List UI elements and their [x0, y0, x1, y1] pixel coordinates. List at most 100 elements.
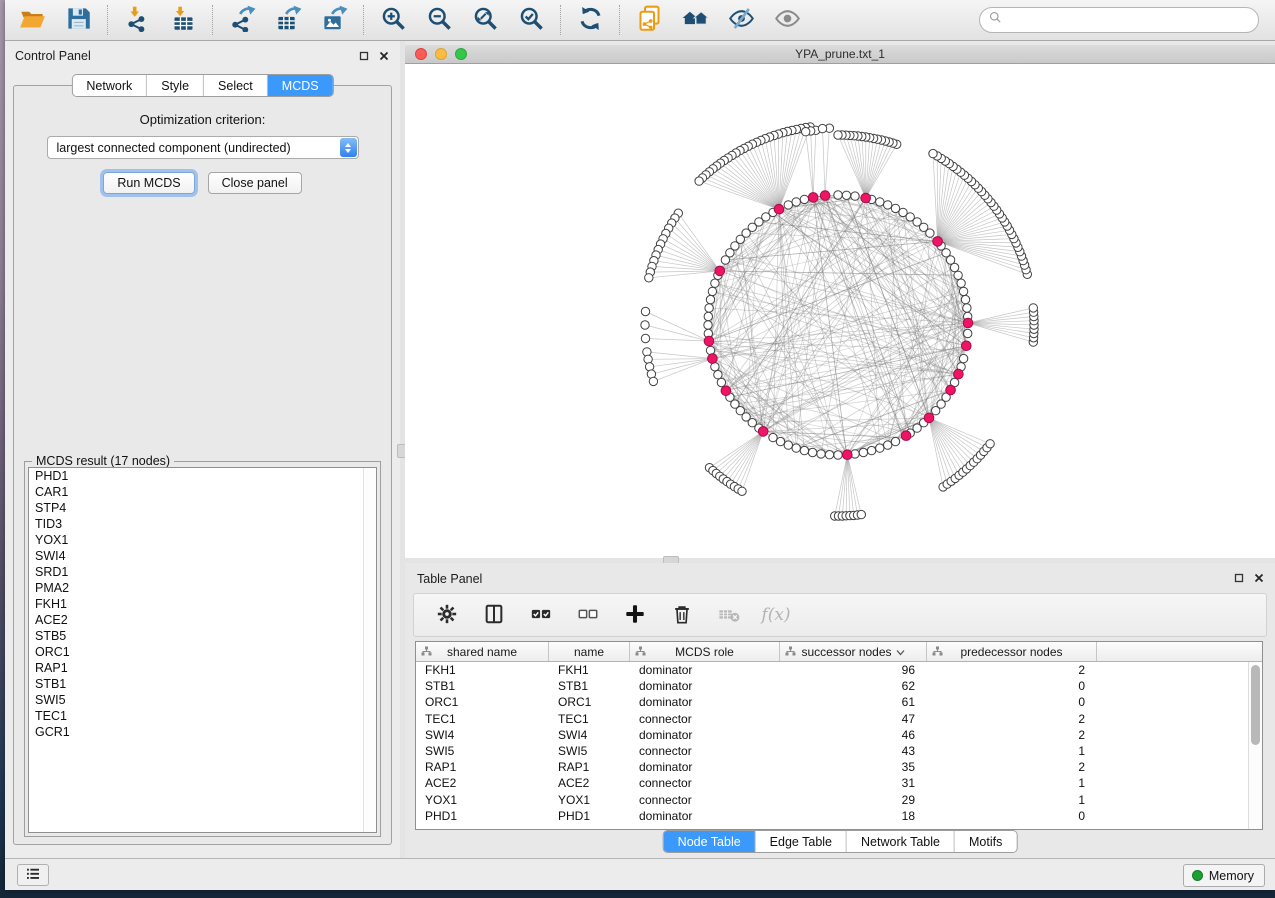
mcds-result-item[interactable]: CAR1: [29, 484, 376, 500]
tab-network[interactable]: Network: [72, 75, 147, 96]
task-history-button[interactable]: [17, 864, 49, 886]
close-table-panel-button[interactable]: [1252, 572, 1265, 585]
close-panel-button-mcds[interactable]: Close panel: [208, 172, 302, 194]
mcds-result-item[interactable]: PMA2: [29, 580, 376, 596]
tab-style[interactable]: Style: [147, 75, 204, 96]
table-cell: 46: [780, 727, 927, 743]
mcds-result-item[interactable]: ACE2: [29, 612, 376, 628]
add-column-button[interactable]: [622, 602, 648, 628]
mcds-result-item[interactable]: STB5: [29, 628, 376, 644]
zoom-out-button[interactable]: [422, 3, 456, 37]
tab-edge-table[interactable]: Edge Table: [756, 831, 847, 852]
table-cell: TEC1: [549, 711, 630, 727]
show-eye-button[interactable]: [770, 3, 804, 37]
run-mcds-button[interactable]: Run MCDS: [103, 172, 194, 194]
column-type-icon: [785, 646, 796, 660]
column-header-predecessor-nodes[interactable]: predecessor nodes: [927, 642, 1097, 661]
save-session-button[interactable]: [61, 3, 95, 37]
select-all-rows-button[interactable]: [528, 602, 554, 628]
split-columns-icon: [483, 603, 505, 628]
export-network-button[interactable]: [225, 3, 259, 37]
table-row[interactable]: RAP1RAP1dominator352: [416, 759, 1262, 775]
export-network-icon: [229, 5, 256, 35]
table-row[interactable]: PHD1PHD1dominator180: [416, 808, 1262, 824]
column-header-name[interactable]: name: [549, 642, 630, 661]
mcds-result-item[interactable]: YOX1: [29, 532, 376, 548]
settings-button[interactable]: [434, 602, 460, 628]
network-window-titlebar[interactable]: YPA_prune.txt_1: [405, 45, 1275, 64]
export-table-button[interactable]: [271, 3, 305, 37]
result-scrollbar[interactable]: [363, 468, 376, 832]
network-graph[interactable]: [405, 64, 1275, 558]
tab-network-table[interactable]: Network Table: [847, 831, 955, 852]
table-cell: dominator: [630, 694, 780, 710]
deselect-all-rows-button[interactable]: [575, 602, 601, 628]
network-overview-button[interactable]: [678, 3, 712, 37]
column-header-MCDS-role[interactable]: MCDS role: [630, 642, 780, 661]
import-network-button[interactable]: [120, 3, 154, 37]
mcds-result-item[interactable]: STB1: [29, 676, 376, 692]
toolbar-group: [632, 3, 804, 37]
column-header-shared-name[interactable]: shared name: [416, 642, 549, 661]
mcds-result-item[interactable]: GCR1: [29, 724, 376, 740]
optimization-criterion-select[interactable]: largest connected component (undirected): [47, 136, 359, 159]
tab-node-table[interactable]: Node Table: [664, 831, 756, 852]
table-cell: ORC1: [549, 694, 630, 710]
mcds-result-item[interactable]: SWI4: [29, 548, 376, 564]
delete-column-button[interactable]: [669, 602, 695, 628]
tab-motifs[interactable]: Motifs: [955, 831, 1016, 852]
function-builder-button: f(x): [763, 602, 789, 628]
table-row[interactable]: FKH1FKH1dominator962: [416, 662, 1262, 678]
toggle-visual-style-button[interactable]: [724, 3, 758, 37]
mcds-result-item[interactable]: TID3: [29, 516, 376, 532]
export-image-button[interactable]: [317, 3, 351, 37]
zoom-in-button[interactable]: [376, 3, 410, 37]
table-cell: connector: [630, 711, 780, 727]
table-row[interactable]: STB1STB1dominator620: [416, 678, 1262, 694]
mcds-result-item[interactable]: RAP1: [29, 660, 376, 676]
mcds-result-item[interactable]: STP4: [29, 500, 376, 516]
refresh-layout-button[interactable]: [573, 3, 607, 37]
table-row[interactable]: SWI4SWI4dominator462: [416, 727, 1262, 743]
mcds-result-item[interactable]: FKH1: [29, 596, 376, 612]
column-label: successor nodes: [801, 645, 891, 659]
table-row[interactable]: YOX1YOX1connector291: [416, 792, 1262, 808]
import-table-icon: [170, 5, 197, 35]
table-cell: 31: [780, 775, 927, 791]
split-columns-button[interactable]: [481, 602, 507, 628]
table-row[interactable]: TEC1TEC1connector472: [416, 711, 1262, 727]
table-scrollbar[interactable]: [1248, 662, 1262, 829]
mcds-result-item[interactable]: PHD1: [29, 468, 376, 484]
column-type-icon: [932, 646, 943, 660]
table-row[interactable]: SWI5SWI5connector431: [416, 743, 1262, 759]
float-table-panel-button[interactable]: [1232, 572, 1245, 585]
close-panel-button[interactable]: [377, 50, 390, 63]
tab-select[interactable]: Select: [204, 75, 268, 96]
mcds-result-item[interactable]: TEC1: [29, 708, 376, 724]
zoom-fit-button[interactable]: [468, 3, 502, 37]
tab-mcds[interactable]: MCDS: [268, 75, 333, 96]
mcds-result-item[interactable]: ORC1: [29, 644, 376, 660]
clone-network-button[interactable]: [632, 3, 666, 37]
network-canvas[interactable]: [405, 64, 1275, 558]
import-table-button[interactable]: [166, 3, 200, 37]
column-type-icon: [635, 646, 646, 660]
column-label: shared name: [447, 645, 517, 659]
delete-table-icon: [718, 603, 740, 628]
delete-column-icon: [671, 603, 693, 628]
zoom-selected-button[interactable]: [514, 3, 548, 37]
delete-table-button: [716, 602, 742, 628]
float-panel-button[interactable]: [357, 50, 370, 63]
table-row[interactable]: ORC1ORC1dominator610: [416, 694, 1262, 710]
table-row[interactable]: ACE2ACE2connector311: [416, 775, 1262, 791]
scrollbar-thumb[interactable]: [1251, 665, 1260, 745]
table-cell: 61: [780, 694, 927, 710]
memory-label: Memory: [1209, 869, 1254, 883]
search-input[interactable]: [1003, 10, 1258, 30]
column-header-successor-nodes[interactable]: successor nodes: [780, 642, 927, 661]
optimization-criterion-label: Optimization criterion:: [14, 112, 391, 127]
mcds-result-item[interactable]: SRD1: [29, 564, 376, 580]
open-session-button[interactable]: [15, 3, 49, 37]
mcds-result-item[interactable]: SWI5: [29, 692, 376, 708]
memory-button[interactable]: Memory: [1183, 864, 1265, 887]
